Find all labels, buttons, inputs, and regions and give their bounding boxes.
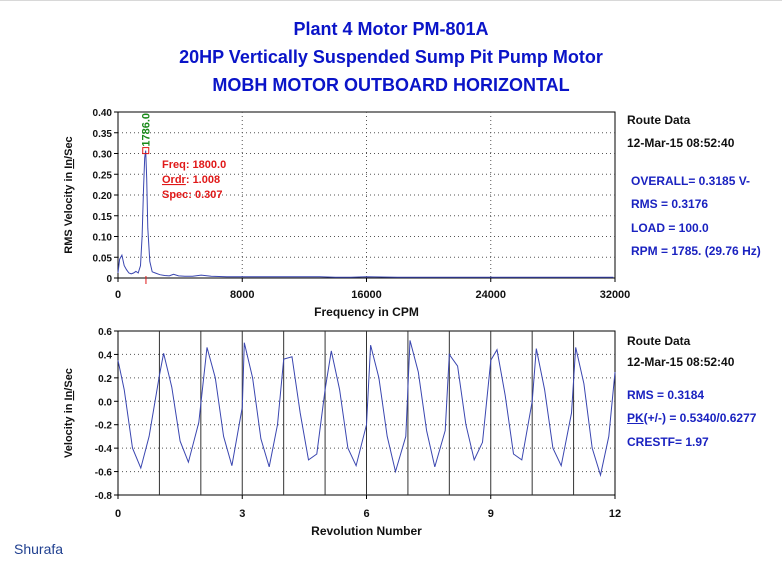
spectrum-y-tick-label: 0.20 — [93, 191, 113, 202]
spectrum-y-axis-label-part: /Sec — [63, 136, 75, 159]
spectrum-marker-order-label: Ordr — [162, 174, 187, 186]
spectrum-x-tick-label: 0 — [115, 289, 121, 301]
waveform-route-label: Route Data — [627, 334, 691, 348]
spectrum-overall: OVERALL= 0.3185 V- — [631, 174, 751, 188]
spectrum-y-tick-label: 0.35 — [93, 129, 113, 140]
waveform-x-tick-label: 12 — [609, 508, 621, 520]
waveform-y-tick-label: 0.0 — [98, 397, 112, 408]
waveform-x-tick-label: 0 — [115, 508, 121, 520]
spectrum-rms: RMS = 0.3176 — [631, 197, 709, 211]
waveform-timestamp: 12-Mar-15 08:52:40 — [627, 355, 735, 369]
waveform-y-axis-label: Velocity in In/Sec — [63, 368, 75, 458]
waveform-y-axis-label-part: Velocity in — [63, 400, 75, 457]
spectrum-x-tick-label: 8000 — [230, 289, 254, 301]
waveform-y-tick-label: 0.6 — [98, 327, 112, 338]
spectrum-y-axis-label: RMS Velocity in In/Sec — [63, 136, 75, 253]
waveform-x-axis-label: Revolution Number — [311, 524, 422, 538]
spectrum-y-tick-label: 0.10 — [93, 233, 113, 244]
waveform-y-tick-label: -0.4 — [95, 444, 113, 455]
waveform-x-tick-label: 3 — [239, 508, 245, 520]
spectrum-timestamp: 12-Mar-15 08:52:40 — [627, 136, 735, 150]
waveform-crest-factor: CRESTF= 1.97 — [627, 435, 709, 449]
waveform-rms: RMS = 0.3184 — [627, 388, 705, 402]
signature: Shurafa — [14, 541, 64, 557]
spectrum-marker-spec: Spec: 0.307 — [162, 189, 223, 201]
spectrum-x-tick-label: 32000 — [600, 289, 631, 301]
spectrum-route-label: Route Data — [627, 113, 691, 127]
spectrum-x-axis-label: Frequency in CPM — [314, 305, 419, 319]
spectrum-y-tick-label: 0.30 — [93, 150, 113, 161]
spectrum-y-tick-label: 0.15 — [93, 212, 113, 223]
spectrum-y-tick-label: 0 — [106, 274, 112, 285]
spectrum-load: LOAD = 100.0 — [631, 221, 709, 235]
waveform-peak: PK(+/-) = 0.5340/0.6277 — [627, 411, 756, 425]
waveform-y-tick-label: 0.2 — [98, 374, 112, 385]
waveform-x-tick-label: 9 — [488, 508, 494, 520]
spectrum-marker-freq: Freq: 1800.0 — [162, 159, 226, 171]
spectrum-y-axis-label-part: RMS Velocity in — [63, 169, 75, 254]
waveform-y-tick-label: -0.8 — [95, 491, 113, 502]
spectrum-rpm: RPM = 1785. (29.76 Hz) — [631, 244, 761, 258]
peak-label: PK — [627, 411, 644, 425]
spectrum-y-axis-label-part: In — [63, 159, 75, 169]
spectrum-peak-label: 1786.0 — [141, 113, 153, 147]
spectrum-x-tick-label: 16000 — [351, 289, 382, 301]
spectrum-y-tick-label: 0.05 — [93, 253, 113, 264]
waveform-y-tick-label: -0.2 — [95, 421, 113, 432]
spectrum-marker-order-value: : 1.008 — [186, 174, 220, 186]
waveform-y-axis-label-part: In — [63, 390, 75, 400]
spectrum-y-tick-label: 0.40 — [93, 108, 113, 119]
spectrum-y-tick-label: 0.25 — [93, 170, 113, 181]
peak-value: (+/-) = 0.5340/0.6277 — [643, 411, 757, 425]
waveform-y-tick-label: -0.6 — [95, 468, 113, 479]
waveform-x-tick-label: 6 — [363, 508, 369, 520]
waveform-y-tick-label: 0.4 — [98, 350, 112, 361]
waveform-y-axis-label-part: /Sec — [63, 368, 75, 391]
vibration-plots: 00.050.100.150.200.250.300.350.400 8000 16… — [63, 108, 631, 538]
spectrum-marker-order: Ordr: 1.008 — [162, 174, 220, 186]
spectrum-x-tick-label: 24000 — [475, 289, 506, 301]
